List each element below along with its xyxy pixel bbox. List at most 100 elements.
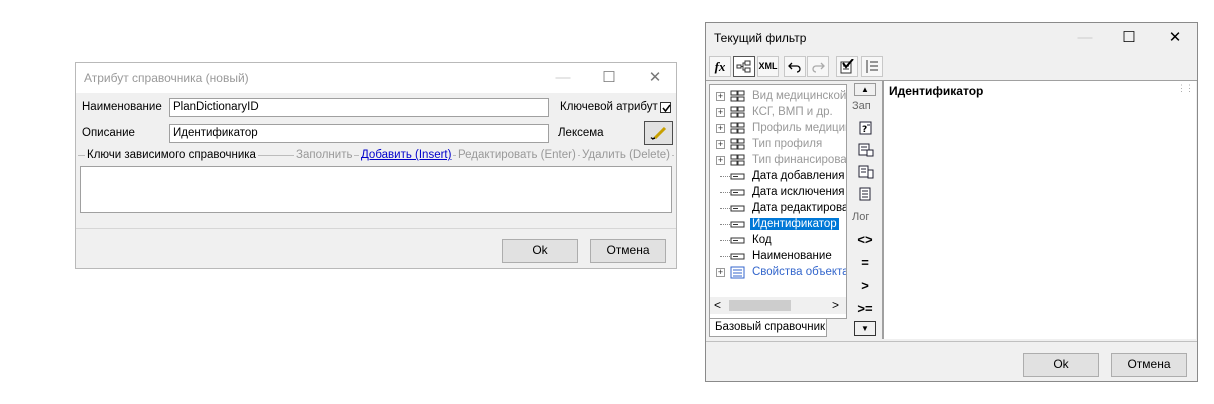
- tree-connector: [720, 208, 730, 209]
- tab-base-directory-label: Базовый справочник: [715, 321, 826, 333]
- edit-link[interactable]: Редактировать (Enter): [456, 149, 578, 161]
- fill-link[interactable]: Заполнить: [294, 149, 355, 161]
- query-list-icon: [859, 187, 871, 201]
- maximize-button[interactable]: ☐: [586, 63, 632, 93]
- expand-icon[interactable]: +: [716, 92, 725, 101]
- field-icon: [730, 186, 746, 199]
- dependent-keys-group-label: Ключи зависимого справочника: [85, 149, 258, 161]
- scrollbar-thumb[interactable]: [729, 300, 791, 311]
- dependent-keys-list[interactable]: [80, 166, 672, 213]
- field-icon: [730, 170, 746, 183]
- query-table-icon: [858, 143, 874, 157]
- query-op-4[interactable]: [858, 187, 873, 201]
- svg-text:?: ?: [862, 125, 867, 135]
- table-icon: [730, 122, 746, 135]
- undo-icon: [788, 62, 801, 73]
- field-tree-panel[interactable]: + Вид медицинской + КСГ, ВМП и др. + Профиль …: [709, 84, 847, 319]
- undo-button[interactable]: [784, 56, 806, 77]
- expand-icon[interactable]: +: [716, 140, 725, 149]
- pencil-icon: [650, 126, 666, 140]
- lexeme-label: Лексема: [558, 127, 604, 139]
- numbered-list-icon: [866, 60, 878, 73]
- query-op-1[interactable]: ?: [858, 121, 873, 135]
- query-op-3[interactable]: [858, 165, 874, 179]
- check-icon: [662, 104, 671, 113]
- cancel-button[interactable]: Отмена: [590, 239, 666, 263]
- object-icon: [730, 266, 746, 279]
- field-tree: + Вид медицинской + КСГ, ВМП и др. + Профиль …: [710, 85, 846, 295]
- op-greater[interactable]: >: [850, 278, 880, 293]
- tree-view-button[interactable]: [733, 56, 755, 77]
- tree-item-label: Тип финансирова: [752, 154, 847, 166]
- formula-button[interactable]: fx: [709, 56, 731, 77]
- table-icon: [730, 106, 746, 119]
- redo-icon: [812, 62, 825, 73]
- redo-button[interactable]: [807, 56, 829, 77]
- lexeme-button[interactable]: [644, 121, 673, 145]
- button-area-divider: [706, 341, 1197, 342]
- tab-base-directory[interactable]: Базовый справочник: [709, 319, 827, 337]
- expand-icon[interactable]: +: [716, 124, 725, 133]
- field-icon: [730, 202, 746, 215]
- validate-button[interactable]: [836, 56, 858, 77]
- op-greater-equal[interactable]: >=: [850, 301, 880, 316]
- tree-item-label: Код: [752, 234, 772, 246]
- tree-item-label: Дата добавления: [752, 170, 845, 182]
- xml-button[interactable]: XML: [757, 56, 779, 77]
- table-icon: [730, 138, 746, 151]
- tree-connector: [720, 176, 730, 177]
- key-attribute-label: Ключевой атрибут: [560, 101, 658, 113]
- description-field[interactable]: Идентификатор: [169, 124, 549, 143]
- minimize-button[interactable]: —: [1062, 23, 1108, 53]
- delete-link[interactable]: Удалить (Delete): [580, 149, 673, 161]
- tree-item-label: КСГ, ВМП и др.: [752, 106, 833, 118]
- attribute-dialog-title: Атрибут справочника (новый): [84, 71, 249, 85]
- expand-icon[interactable]: +: [716, 268, 725, 277]
- attribute-dialog-titlebar[interactable]: Атрибут справочника (новый) — ☐ ✕: [76, 63, 676, 93]
- expand-icon[interactable]: +: [716, 108, 725, 117]
- expand-icon[interactable]: +: [716, 156, 725, 165]
- tree-connector: [720, 256, 730, 257]
- maximize-button[interactable]: ☐: [1106, 23, 1152, 53]
- operators-panel: ▲ Зап ? Лог <> = > >= ▼: [850, 81, 880, 339]
- scroll-left-icon[interactable]: <: [714, 298, 721, 312]
- scroll-up-button[interactable]: ▲: [854, 83, 876, 96]
- minimize-button[interactable]: —: [540, 63, 586, 93]
- ok-button[interactable]: Ok: [502, 239, 578, 263]
- filter-dialog-titlebar[interactable]: Текущий фильтр — ☐ ✕: [706, 23, 1197, 53]
- query-filter-icon: ?: [859, 121, 872, 135]
- tree-item-label: Тип профиля: [752, 138, 823, 150]
- op-not-equal[interactable]: <>: [850, 232, 880, 247]
- filter-dialog: Текущий фильтр — ☐ ✕ fx XML + Вид медици…: [705, 22, 1198, 382]
- query-section-label: Зап: [852, 100, 871, 112]
- close-button[interactable]: ✕: [1152, 23, 1198, 53]
- ok-button[interactable]: Ok: [1023, 353, 1099, 377]
- tree-connector: [720, 240, 730, 241]
- table-icon: [730, 154, 746, 167]
- name-label: Наименование: [82, 101, 162, 113]
- key-attribute-checkbox[interactable]: [660, 102, 671, 113]
- query-op-2[interactable]: [858, 143, 874, 157]
- tree-item-label: Свойства объекта: [752, 266, 847, 278]
- scroll-down-button[interactable]: ▼: [854, 321, 876, 336]
- field-icon: [730, 218, 746, 231]
- logic-section-label: Лог: [852, 211, 870, 223]
- tree-horizontal-scrollbar[interactable]: < >: [710, 297, 846, 314]
- filter-expression-text: Идентификатор: [889, 84, 984, 98]
- add-link[interactable]: Добавить (Insert): [359, 149, 454, 161]
- list-button[interactable]: [861, 56, 883, 77]
- tree-item-label: Профиль медицин: [752, 122, 847, 134]
- tree-connector: [720, 192, 730, 193]
- resize-grip-icon: ⋮⋮: [1177, 83, 1194, 93]
- filter-expression-editor[interactable]: Идентификатор ⋮⋮: [882, 81, 1196, 339]
- check-list-icon: [840, 58, 854, 74]
- description-label: Описание: [82, 127, 135, 139]
- tree-connector: [720, 224, 730, 225]
- tree-item-label: Наименование: [752, 250, 832, 262]
- close-button[interactable]: ✕: [632, 63, 678, 93]
- cancel-button[interactable]: Отмена: [1111, 353, 1187, 377]
- scroll-right-icon[interactable]: >: [832, 298, 839, 312]
- op-equal[interactable]: =: [850, 255, 880, 270]
- name-field[interactable]: PlanDictionaryID: [169, 98, 549, 117]
- attribute-dialog: Атрибут справочника (новый) — ☐ ✕ Наимен…: [75, 62, 677, 269]
